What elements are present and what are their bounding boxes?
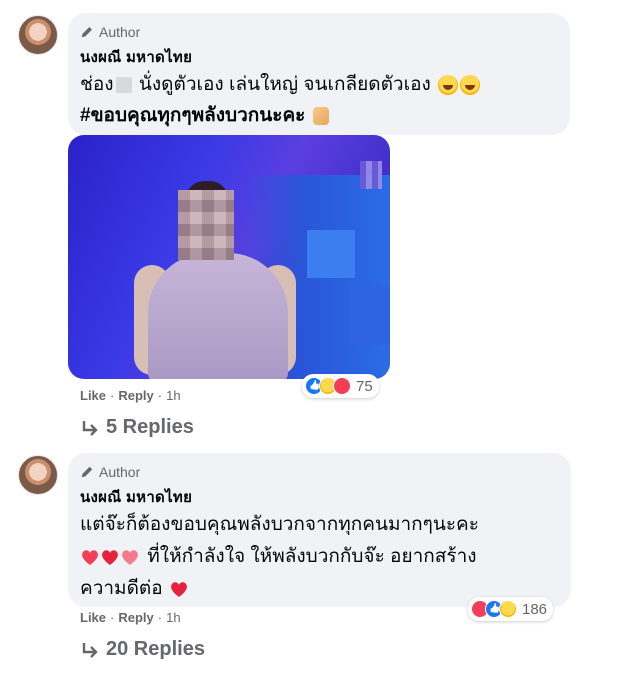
replies-label[interactable]: 20 Replies [106, 638, 205, 661]
reaction-summary[interactable]: 186 [468, 597, 554, 621]
reaction-count: 186 [522, 600, 548, 618]
pen-icon [81, 26, 93, 38]
avatar[interactable] [18, 15, 58, 55]
love-icon [333, 377, 351, 395]
reaction-count: 75 [356, 377, 373, 395]
comment-photo[interactable] [68, 135, 390, 379]
hashtag-link[interactable]: #ขอบคุณทุกๆพลังบวกนะคะ [80, 101, 556, 131]
hearts-emoji-icon [82, 550, 138, 565]
avatar[interactable] [18, 455, 58, 495]
pray-emoji-icon [312, 106, 329, 125]
pen-icon [81, 466, 93, 478]
reply-link[interactable]: Reply [118, 388, 153, 403]
comment-actions: Like · Reply · 1h [80, 610, 181, 625]
reply-arrow-icon [82, 642, 98, 658]
view-replies-button[interactable]: 5 Replies [80, 416, 194, 439]
care-icon [499, 600, 517, 618]
comment-actions: Like · Reply · 1h [80, 388, 181, 403]
like-link[interactable]: Like [80, 610, 106, 625]
commenter-name[interactable]: นงผณี มหาดไทย [80, 45, 556, 69]
view-replies-button[interactable]: 20 Replies [80, 638, 205, 661]
censored-text [115, 76, 132, 93]
comment-text: ช่อง นั่งดูตัวเอง เล่นใหญ่ จนเกลียดตัวเอ… [80, 69, 556, 101]
commenter-name[interactable]: นงผณี มหาดไทย [80, 485, 557, 509]
author-badge-label: Author [99, 24, 141, 40]
replies-label[interactable]: 5 Replies [106, 416, 194, 439]
reply-link[interactable]: Reply [118, 610, 153, 625]
author-badge-label: Author [99, 464, 141, 480]
like-link[interactable]: Like [80, 388, 106, 403]
author-badge: Author [80, 23, 556, 41]
author-badge: Author [80, 463, 557, 481]
person-figure [148, 253, 288, 379]
comment-bubble: Author นงผณี มหาดไทย ช่อง นั่งดูตัวเอง เ… [68, 13, 570, 135]
comment-text: แต่จ๊ะก็ต้องขอบคุณพลังบวกจากทุกคนมากๆนะค… [80, 514, 479, 599]
comment-bubble: Author นงผณี มหาดไทย แต่จ๊ะก็ต้องขอบคุณพ… [68, 453, 571, 607]
reaction-summary[interactable]: 75 [302, 374, 379, 398]
timestamp[interactable]: 1h [166, 388, 180, 403]
rofl-emoji-icon [438, 74, 459, 95]
blurred-logo [360, 161, 382, 189]
red-heart-emoji-icon [171, 582, 187, 597]
reply-arrow-icon [82, 420, 98, 436]
timestamp[interactable]: 1h [166, 610, 180, 625]
joy-emoji-icon [460, 74, 481, 95]
blurred-face [178, 190, 234, 260]
